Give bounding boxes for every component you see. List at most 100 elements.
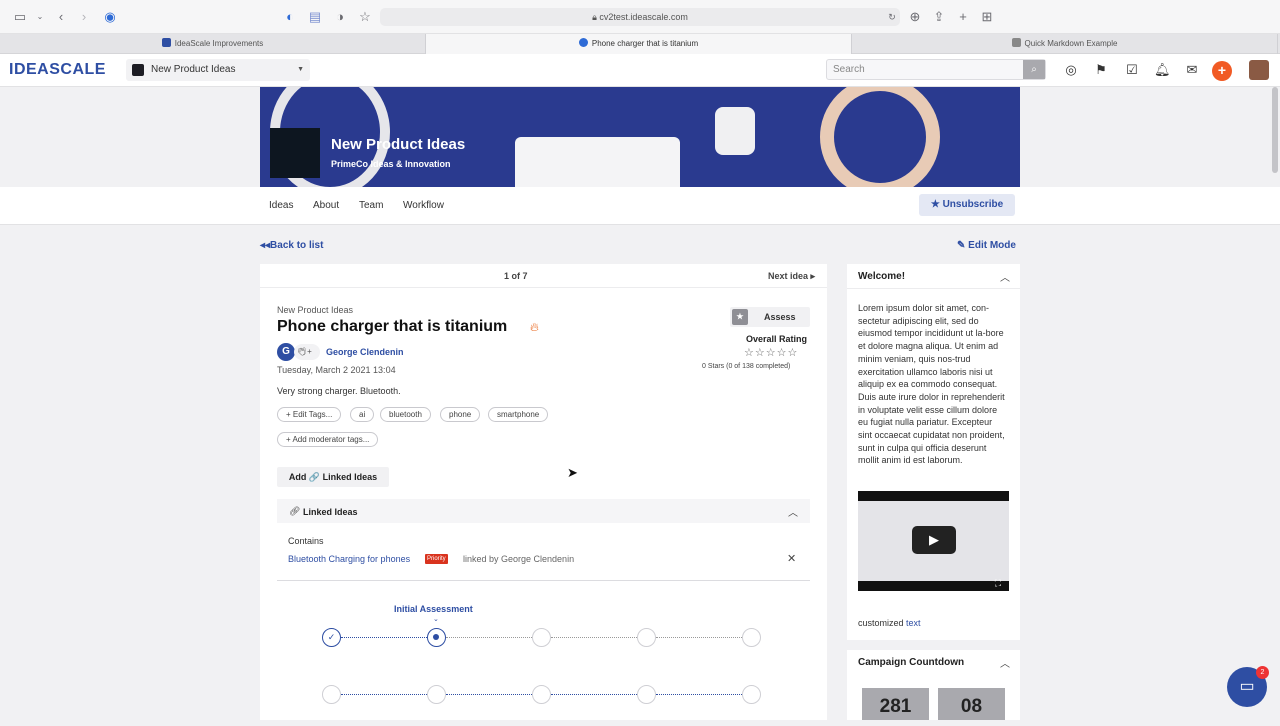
ideascale-logo[interactable]: IDEASCALE [9,61,106,79]
link-icon: 🔗︎ [289,506,301,516]
star-icon: ★ [930,199,943,210]
workflow-connector [446,637,532,638]
banner-phone-image [515,137,680,187]
linked-ideas-title: Linked Ideas [303,507,358,517]
password-manager-icon[interactable]: ◉ [102,9,118,25]
back-arrow-icon[interactable]: ‹ [53,9,69,25]
flag-icon[interactable]: ⚑ [1093,62,1109,78]
play-icon[interactable]: ▶ [912,526,956,554]
reaction-button[interactable]: 👏︎+ [294,344,320,360]
workflow-stage-completed-check-icon[interactable]: ✓ [322,628,341,647]
nav-about[interactable]: About [313,200,339,211]
nav-ideas[interactable]: Ideas [269,200,293,211]
user-avatar[interactable] [1249,60,1269,80]
tab-label: IdeaScale Improvements [174,39,264,48]
nav-team[interactable]: Team [359,200,383,211]
community-banner: New Product Ideas PrimeCo Ideas & Innova… [260,87,1020,187]
browser-tab-3[interactable]: Quick Markdown Example [852,34,1278,54]
community-selector[interactable]: New Product Ideas ▼ [126,59,310,81]
bell-icon[interactable]: 🔔︎ [1154,62,1171,78]
edit-tags-button[interactable]: + Edit Tags... [277,407,342,422]
sidebar-toggle-icon[interactable]: ▭ [12,9,28,25]
search-icon[interactable]: ⌕ [1023,60,1045,79]
countdown-days: 281 [862,688,929,720]
workflow-stage[interactable] [427,685,446,704]
idea-card: 1 of 7 Next idea ▸ New Product Ideas Pho… [260,264,827,720]
customized-text-link[interactable]: text [906,618,921,628]
linked-idea-link[interactable]: Bluetooth Charging for phones [288,554,410,564]
chevron-up-icon[interactable]: ︿ [1000,269,1010,284]
address-bar[interactable]: 🔒︎ cv2test.ideascale.com [380,8,900,26]
clap-icon: 👏︎+ [297,347,312,356]
star-icon[interactable]: ☆ [357,9,373,25]
tasks-icon[interactable]: ☑ [1124,62,1140,78]
browser-tab-2[interactable]: Phone charger that is titanium [426,34,852,54]
workflow-connector [656,694,742,695]
star-icon: ★ [732,309,748,325]
tag-ai[interactable]: ai [350,407,375,422]
next-idea-link[interactable]: Next idea ▸ [768,271,815,282]
download-icon[interactable]: ⊕ [907,9,923,25]
workflow-stage[interactable] [742,685,761,704]
bookmark-extension-icon[interactable]: ▤ [307,9,323,25]
caret-down-icon: ▼ [297,66,304,73]
tag-phone[interactable]: phone [440,407,481,422]
privacy-shield-icon[interactable]: ◑ [332,9,348,25]
overall-rating-label: Overall Rating [746,334,808,344]
nav-workflow[interactable]: Workflow [403,200,444,211]
trending-fire-icon: 🔥︎ [530,320,539,334]
workflow-connector [656,637,742,638]
add-idea-button[interactable]: + [1212,61,1232,81]
workflow-stage[interactable] [637,685,656,704]
browser-tab-1[interactable]: IdeaScale Improvements [0,34,426,54]
chevron-down-icon[interactable]: ⌄ [32,9,48,25]
idea-date: Tuesday, March 2 2021 13:04 [277,365,396,375]
community-thumbnail-icon [132,64,144,76]
unsubscribe-button[interactable]: ★ Unsubscribe [919,194,1015,216]
workflow-stage[interactable] [742,628,761,647]
star-rating[interactable]: ☆☆☆☆☆ [744,346,798,359]
add-linked-ideas-button[interactable]: Add 🔗 Linked Ideas [277,467,389,487]
workflow-stage[interactable] [532,628,551,647]
remove-link-close-icon[interactable]: ✕ [787,552,796,565]
workflow-stage-current[interactable] [427,628,446,647]
workflow-stage[interactable] [637,628,656,647]
tab-strip: IdeaScale Improvements Phone charger tha… [0,34,1280,54]
search-input[interactable]: Search ⌕ [826,59,1046,80]
caret-right-icon: ▸ [808,271,816,281]
forward-arrow-icon[interactable]: › [76,9,92,25]
author-avatar[interactable]: G [277,343,295,361]
back-label: Back to list [270,240,324,251]
assess-button[interactable]: ★ Assess [730,307,810,327]
priority-badge: Priority [425,554,448,564]
tag-bluetooth[interactable]: bluetooth [380,407,431,422]
add-moderator-tags-button[interactable]: + Add moderator tags... [277,432,379,447]
back-to-list-link[interactable]: ◂◂Back to list [260,240,323,251]
extension-icon[interactable]: ◐ [282,9,298,25]
workflow-stage[interactable] [322,685,341,704]
new-tab-icon[interactable]: + [955,9,971,25]
contains-label: Contains [288,536,324,546]
mouse-cursor-icon: ➤ [567,465,578,480]
unsubscribe-label: Unsubscribe [942,199,1004,210]
chevron-up-icon[interactable]: ︿ [1000,655,1010,670]
ideascale-favicon-icon [161,38,171,47]
author-name-link[interactable]: George Clendenin [326,347,404,357]
reload-icon[interactable]: ↻ [884,9,900,25]
welcome-video[interactable]: ▶ ⛶ [858,491,1009,591]
customized-text: customized text [858,618,921,628]
tag-smartphone[interactable]: smartphone [488,407,549,422]
fullscreen-icon[interactable]: ⛶ [995,578,1001,589]
markdown-favicon-icon [1011,38,1021,47]
compass-icon[interactable]: ◎ [1063,62,1079,78]
next-idea-label: Next idea [768,271,809,281]
edit-mode-link[interactable]: ✎ Edit Mode [957,240,1016,251]
workflow-stage[interactable] [532,685,551,704]
edit-mode-label: Edit Mode [968,240,1016,251]
linked-ideas-header[interactable]: 🔗︎ Linked Ideas ︿ [277,499,810,523]
chevron-up-icon[interactable]: ︿ [788,504,798,519]
tab-overview-icon[interactable]: ⊞ [979,9,995,25]
share-icon[interactable]: ⇪ [931,9,947,25]
page-scrollbar[interactable] [1272,87,1278,173]
mail-icon[interactable]: ✉ [1184,62,1200,78]
